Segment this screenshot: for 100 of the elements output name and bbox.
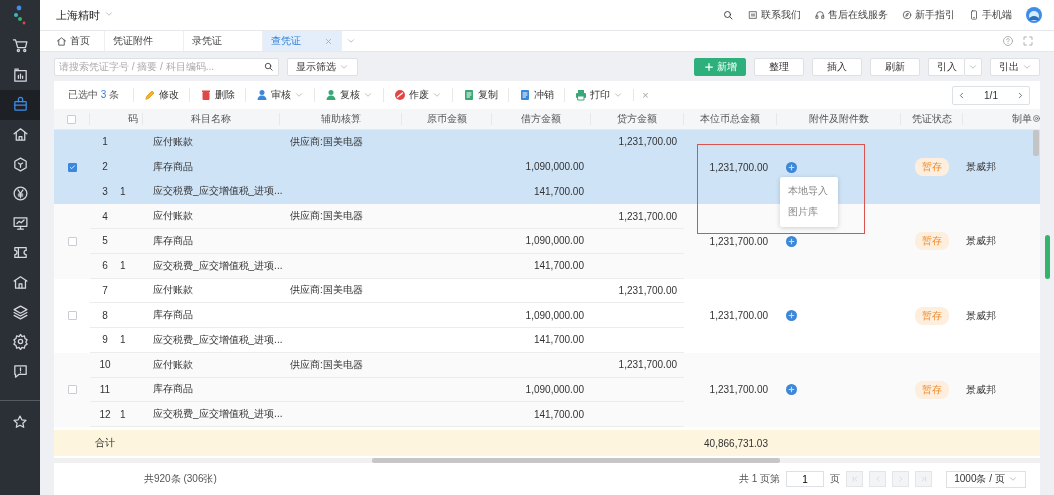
search-field[interactable]: 请搜索凭证字号 / 摘要 / 科目编码...	[54, 57, 279, 76]
table-cell: 应付账款	[153, 283, 193, 298]
avatar-icon[interactable]	[1026, 7, 1042, 23]
fullscreen-icon	[1022, 35, 1034, 47]
toolbar-action[interactable]: 冲销	[508, 88, 565, 102]
line-number: 8	[90, 303, 120, 328]
table-cell: 应付账款	[153, 209, 193, 224]
toolbar-button[interactable]: 插入	[812, 57, 862, 76]
printer-icon	[575, 89, 588, 101]
toolbar-action[interactable]: 修改	[133, 88, 190, 102]
table-cell: 1,231,700.00	[709, 384, 768, 396]
caret-icon	[104, 9, 114, 19]
caret-icon	[346, 36, 356, 46]
toolbar-action[interactable]: 复制	[452, 88, 509, 102]
top-link[interactable]: 新手指引	[915, 8, 955, 22]
table-cell: 1,090,000.00	[525, 161, 584, 173]
table-cell: 1,231,700.00	[709, 235, 768, 247]
home-icon	[56, 35, 67, 47]
void-icon	[394, 89, 407, 101]
line-number: 1	[90, 130, 120, 155]
column-header: 附件及附件数	[777, 113, 901, 125]
export-dropdown[interactable]: 引出	[990, 57, 1040, 76]
top-link[interactable]: 手机端	[982, 8, 1012, 22]
record-summary: 共920条 (306张)	[144, 472, 217, 486]
add-attachment-icon[interactable]	[786, 235, 797, 247]
table-cell: 供应商:国美电器	[290, 357, 363, 372]
bag-icon	[11, 96, 29, 114]
caret-icon	[1007, 474, 1018, 484]
top-link[interactable]: 联系我们	[761, 8, 801, 22]
menu-item[interactable]: 本地导入	[780, 181, 838, 202]
line-number: 6	[90, 253, 120, 279]
search-icon	[263, 61, 274, 72]
page-input[interactable]: 1	[786, 471, 824, 487]
next-icon	[1016, 90, 1025, 100]
caret-icon	[294, 90, 305, 100]
import-button[interactable]: 引入	[928, 57, 964, 76]
page-size-dropdown[interactable]: 1000条 / 页	[946, 470, 1026, 488]
toolbar-action[interactable]: 删除	[189, 88, 246, 102]
yen-icon	[11, 185, 29, 203]
filter-dropdown[interactable]: 显示筛选	[287, 57, 358, 76]
scroll-handle[interactable]	[1044, 235, 1050, 279]
checkbox[interactable]	[67, 236, 77, 246]
company-selector[interactable]: 上海精时	[56, 7, 100, 23]
line-number: 5	[90, 229, 120, 254]
caret-icon	[363, 90, 374, 100]
table-cell: 库存商品	[153, 308, 193, 323]
checkbox[interactable]	[67, 311, 77, 321]
table-cell: 库存商品	[153, 159, 193, 174]
table-cell: 141,700.00	[533, 260, 584, 272]
line-number: 12	[90, 402, 120, 427]
table-cell: 库存商品	[153, 382, 193, 397]
scrollbar-thumb[interactable]	[1033, 130, 1039, 156]
help-icon	[1002, 35, 1014, 47]
tab[interactable]: 查凭证	[263, 31, 342, 51]
table-cell: 1,231,700.00	[618, 359, 677, 371]
headset-icon	[815, 10, 825, 20]
table-cell: 应付账款	[153, 357, 193, 372]
table-cell: 141,700.00	[533, 334, 584, 346]
scrollbar-thumb[interactable]	[372, 458, 780, 463]
selection-count: 已选中 3 条	[68, 88, 120, 102]
cart-icon	[11, 37, 29, 55]
line-number: 11	[90, 377, 120, 403]
toolbar-action[interactable]: 打印	[564, 88, 634, 102]
column-header: 制单	[1011, 113, 1032, 125]
checkbox[interactable]	[67, 114, 76, 124]
trash-icon	[200, 89, 213, 101]
logo-icon	[13, 5, 27, 25]
top-link[interactable]: 售后在线服务	[828, 8, 888, 22]
sidebar-item[interactable]	[0, 90, 40, 120]
toolbar-button[interactable]: 整理	[754, 57, 804, 76]
add-attachment-icon[interactable]	[786, 310, 797, 322]
line-number: 10	[90, 352, 120, 378]
line-number: 7	[90, 278, 120, 304]
column-header: 原币金额	[402, 113, 492, 125]
table-cell: 应付账款	[153, 134, 193, 149]
add-attachment-icon[interactable]	[786, 161, 797, 173]
toolbar-action[interactable]: 复核	[314, 88, 384, 102]
voucher-row[interactable]: 10 应付账款 供应商:国美电器 1,231,700.00 11 库存商品 1,090,000.00 12 1 应交税费_应交增值税_进项... 141,700.00 1,231,700.00 暂存 景威邦	[54, 352, 1040, 427]
add-attachment-icon[interactable]	[786, 384, 797, 396]
column-header: 凭证状态	[901, 113, 963, 125]
person-icon	[256, 89, 269, 101]
status-badge: 暂存	[915, 158, 949, 177]
toolbar-action[interactable]: 作废	[383, 88, 453, 102]
total-label: 合计	[94, 436, 116, 450]
checkbox[interactable]	[67, 162, 77, 172]
home-icon	[11, 126, 29, 144]
checkbox[interactable]	[67, 385, 77, 395]
toolbar-button[interactable]: 刷新	[870, 57, 920, 76]
toolbar-action[interactable]: 审核	[245, 88, 315, 102]
menu-item[interactable]: 图片库	[780, 202, 838, 223]
status-badge: 暂存	[915, 306, 949, 325]
settings-icon	[1032, 113, 1041, 123]
settings-icon	[11, 333, 29, 351]
compass-icon	[902, 10, 912, 20]
table-cell: 141,700.00	[533, 408, 584, 420]
plus-icon	[703, 61, 714, 72]
table-cell: 景威邦	[966, 382, 996, 397]
chart-icon	[11, 66, 29, 84]
table-cell-text: 40,866,731.03	[703, 437, 769, 449]
table-cell: 供应商:国美电器	[290, 283, 363, 298]
